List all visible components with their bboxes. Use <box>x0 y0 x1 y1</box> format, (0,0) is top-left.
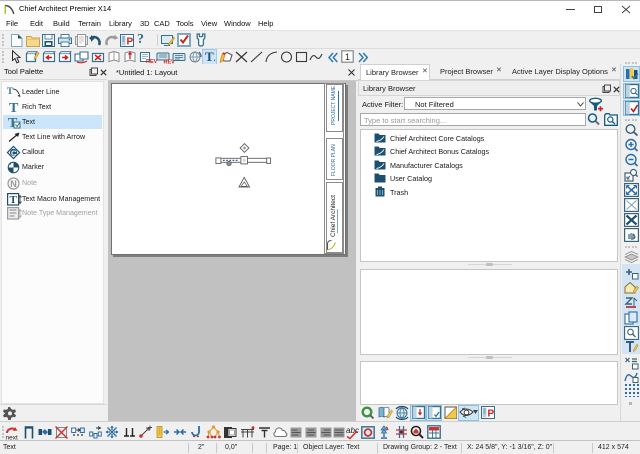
svg-text:abc: abc <box>346 426 359 435</box>
svg-text:T: T <box>9 101 19 116</box>
svg-text:T: T <box>10 194 18 206</box>
svg-text:1: 1 <box>345 52 350 62</box>
svg-text:P: P <box>127 37 134 48</box>
svg-text:C: C <box>11 148 17 157</box>
svg-text:N: N <box>10 179 17 189</box>
svg-text:P: P <box>488 409 495 420</box>
svg-text:T: T <box>7 86 13 96</box>
